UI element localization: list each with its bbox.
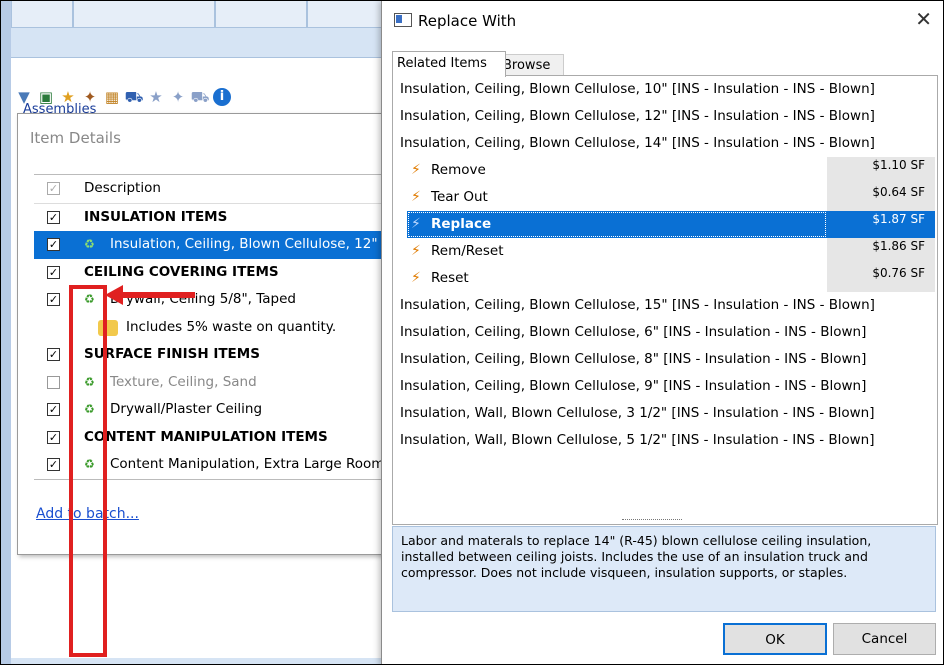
activity-row-tear-out[interactable]: ⚡ Tear Out $0.64 SF: [393, 184, 935, 211]
info-icon[interactable]: i: [213, 88, 231, 106]
annotation-arrow-icon: [105, 285, 123, 305]
activity-row-reset[interactable]: ⚡ Reset $0.76 SF: [393, 265, 935, 292]
activity-row-rem-reset[interactable]: ⚡ Rem/Reset $1.86 SF: [393, 238, 935, 265]
annotation-arrow-shaft: [119, 292, 195, 298]
pane-splitter[interactable]: [622, 519, 682, 522]
top-pane-cell: [73, 1, 215, 28]
list-item[interactable]: Insulation, Ceiling, Blown Cellulose, 9"…: [393, 373, 935, 400]
section-header: CONTENT MANIPULATION ITEMS: [84, 428, 328, 445]
table-row[interactable]: ✓ CEILING COVERING ITEMS: [34, 259, 384, 287]
ok-button[interactable]: OK: [723, 623, 827, 655]
activity-price: $0.64 SF: [872, 185, 925, 199]
item-description-box: Labor and materals to replace 14" (R-45)…: [392, 526, 936, 612]
app-top-pane: [11, 1, 383, 58]
activity-label: Tear Out: [431, 189, 488, 205]
lightning-icon: ⚡: [411, 216, 421, 232]
lightning-icon: ⚡: [411, 162, 421, 178]
related-items-list[interactable]: Insulation, Ceiling, Blown Cellulose, 10…: [392, 75, 938, 525]
window-icon: [394, 13, 412, 27]
cancel-button[interactable]: Cancel: [833, 623, 936, 655]
recycle-icon: ♻: [84, 237, 95, 251]
section-header: CEILING COVERING ITEMS: [84, 263, 279, 280]
table-row[interactable]: ✓ ♻ Insulation, Ceiling, Blown Cellulose…: [34, 231, 384, 259]
lightning-icon: ⚡: [411, 270, 421, 286]
row-checkbox[interactable]: ✓: [47, 348, 60, 361]
activity-price: $1.86 SF: [872, 239, 925, 253]
activity-label: Remove: [431, 162, 486, 178]
lightning-icon: ⚡: [411, 243, 421, 259]
list-item[interactable]: Insulation, Ceiling, Blown Cellulose, 10…: [393, 76, 935, 103]
lightning-icon: ⚡: [411, 189, 421, 205]
item-details-title: Item Details: [30, 129, 121, 147]
dialog-titlebar[interactable]: Replace With ✕: [382, 1, 943, 39]
activity-label: Reset: [431, 270, 469, 286]
section-header: INSULATION ITEMS: [84, 208, 228, 225]
app-left-rail: [1, 1, 11, 664]
close-icon[interactable]: ✕: [915, 7, 932, 31]
app-bottom-bar: [11, 658, 381, 664]
top-pane-cell: [11, 1, 73, 28]
list-item[interactable]: Insulation, Ceiling, Blown Cellulose, 8"…: [393, 346, 935, 373]
list-item[interactable]: Insulation, Ceiling, Blown Cellulose, 6"…: [393, 319, 935, 346]
price-cell: $0.76 SF: [827, 265, 935, 292]
list-item[interactable]: Insulation, Wall, Blown Cellulose, 3 1/2…: [393, 400, 935, 427]
row-description: Content Manipulation, Extra Large Room: [110, 456, 384, 472]
star-outline-icon[interactable]: ★: [147, 88, 165, 106]
row-checkbox[interactable]: ✓: [47, 458, 60, 471]
row-note: Includes 5% waste on quantity.: [126, 318, 337, 335]
row-checkbox[interactable]: [47, 375, 60, 389]
activity-label: Rem/Reset: [431, 243, 504, 259]
grid-header-row: ✓ Description: [34, 175, 384, 204]
list-item[interactable]: Insulation, Ceiling, Blown Cellulose, 15…: [393, 292, 935, 319]
row-checkbox[interactable]: ✓: [47, 210, 60, 224]
activity-price: $0.76 SF: [872, 266, 925, 280]
list-item[interactable]: Insulation, Ceiling, Blown Cellulose, 14…: [393, 130, 935, 157]
list-item[interactable]: Insulation, Wall, Blown Cellulose, 5 1/2…: [393, 427, 935, 454]
activity-row-replace[interactable]: ⚡ Replace $1.87 SF: [393, 211, 935, 238]
list-item[interactable]: Insulation, Ceiling, Blown Cellulose, 12…: [393, 103, 935, 130]
row-description: Drywall, Ceiling 5/8", Taped: [110, 291, 296, 307]
row-description: Drywall/Plaster Ceiling: [110, 401, 263, 417]
activity-label: Replace: [431, 216, 492, 232]
activity-price: $1.87 SF: [872, 212, 925, 226]
replace-with-dialog: Replace With ✕ Related Items Browse Insu…: [381, 1, 943, 664]
table-row[interactable]: ✓ INSULATION ITEMS: [34, 204, 384, 232]
row-checkbox[interactable]: ✓: [47, 265, 60, 279]
section-header: SURFACE FINISH ITEMS: [84, 346, 260, 362]
top-pane-cell: [307, 1, 383, 28]
activity-price: $1.10 SF: [872, 158, 925, 172]
cart-outline-icon[interactable]: ⛟: [191, 88, 210, 106]
row-checkbox[interactable]: ✓: [47, 293, 60, 306]
row-checkbox[interactable]: ✓: [47, 430, 60, 444]
annotation-highlight-box: [69, 285, 107, 657]
top-pane-cell: [215, 1, 307, 28]
dialog-title: Replace With: [418, 12, 517, 30]
activity-row-remove[interactable]: ⚡ Remove $1.10 SF: [393, 157, 935, 184]
row-description: Texture, Ceiling, Sand: [110, 373, 257, 390]
description-column-header: Description: [84, 180, 161, 196]
hammer-outline-icon[interactable]: ✦: [169, 88, 187, 106]
row-description: Insulation, Ceiling, Blown Cellulose, 12…: [110, 236, 378, 252]
table-icon[interactable]: ▦: [103, 88, 121, 106]
screenshot-frame: ▼ ▣ ★ ✦ ▦ ⛟ ★ ✦ ⛟ i Assemblies Item Deta…: [0, 0, 944, 665]
row-checkbox[interactable]: ✓: [47, 403, 60, 416]
tab-browse[interactable]: Browse: [498, 54, 564, 76]
select-all-checkbox[interactable]: ✓: [47, 182, 60, 195]
cart-icon[interactable]: ⛟: [125, 88, 144, 106]
tab-related-items[interactable]: Related Items: [392, 51, 506, 77]
row-checkbox[interactable]: ✓: [47, 238, 60, 251]
